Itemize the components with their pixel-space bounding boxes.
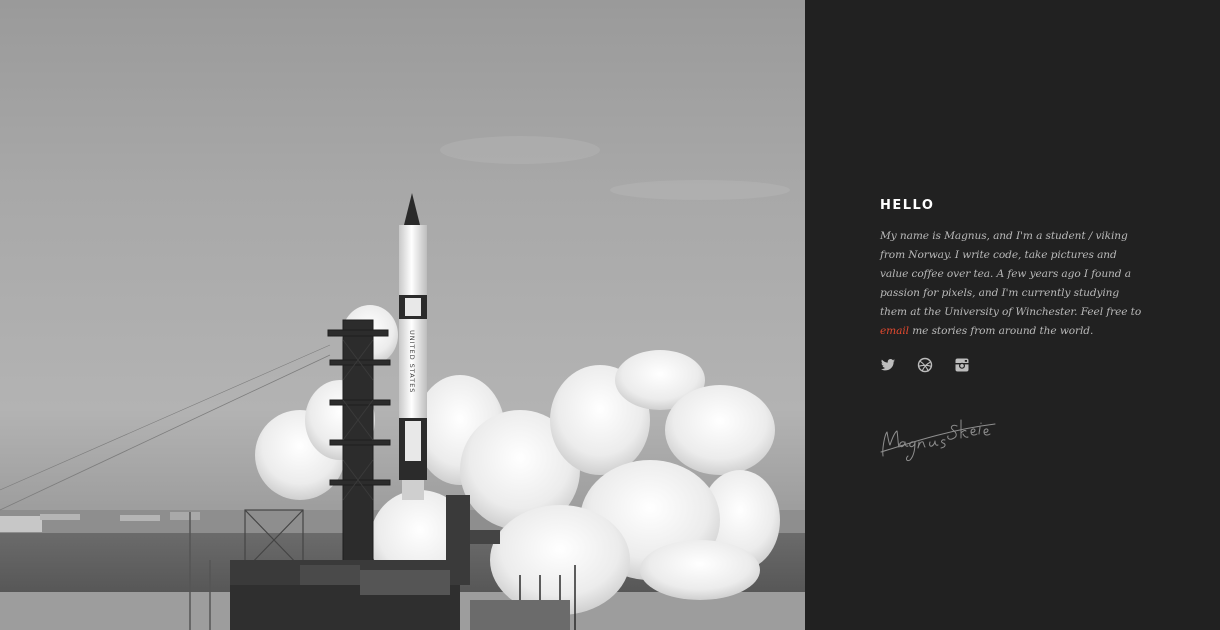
- dribbble-icon[interactable]: [917, 357, 933, 373]
- signature-image: [880, 419, 996, 462]
- rocket-text: UNITED STATES: [408, 330, 416, 393]
- email-link[interactable]: email: [880, 325, 909, 337]
- about-panel: HELLO My name is Magnus, and I'm a stude…: [805, 0, 1220, 630]
- bio-text-part-1: My name is Magnus, and I'm a student / v…: [880, 230, 1142, 318]
- about-content: HELLO My name is Magnus, and I'm a stude…: [880, 198, 1145, 373]
- bio-text: My name is Magnus, and I'm a student / v…: [880, 227, 1145, 341]
- bio-text-part-2: me stories from around the world.: [908, 325, 1094, 337]
- instagram-icon[interactable]: [954, 357, 970, 373]
- page: UNITED STATES HELLO My name is Magnus, a: [0, 0, 1220, 630]
- rocket-launch-image: UNITED STATES: [0, 136, 805, 630]
- page-title: HELLO: [880, 198, 935, 213]
- social-links: [880, 357, 1145, 373]
- hero-photo: UNITED STATES: [0, 0, 805, 630]
- twitter-icon[interactable]: [880, 357, 896, 373]
